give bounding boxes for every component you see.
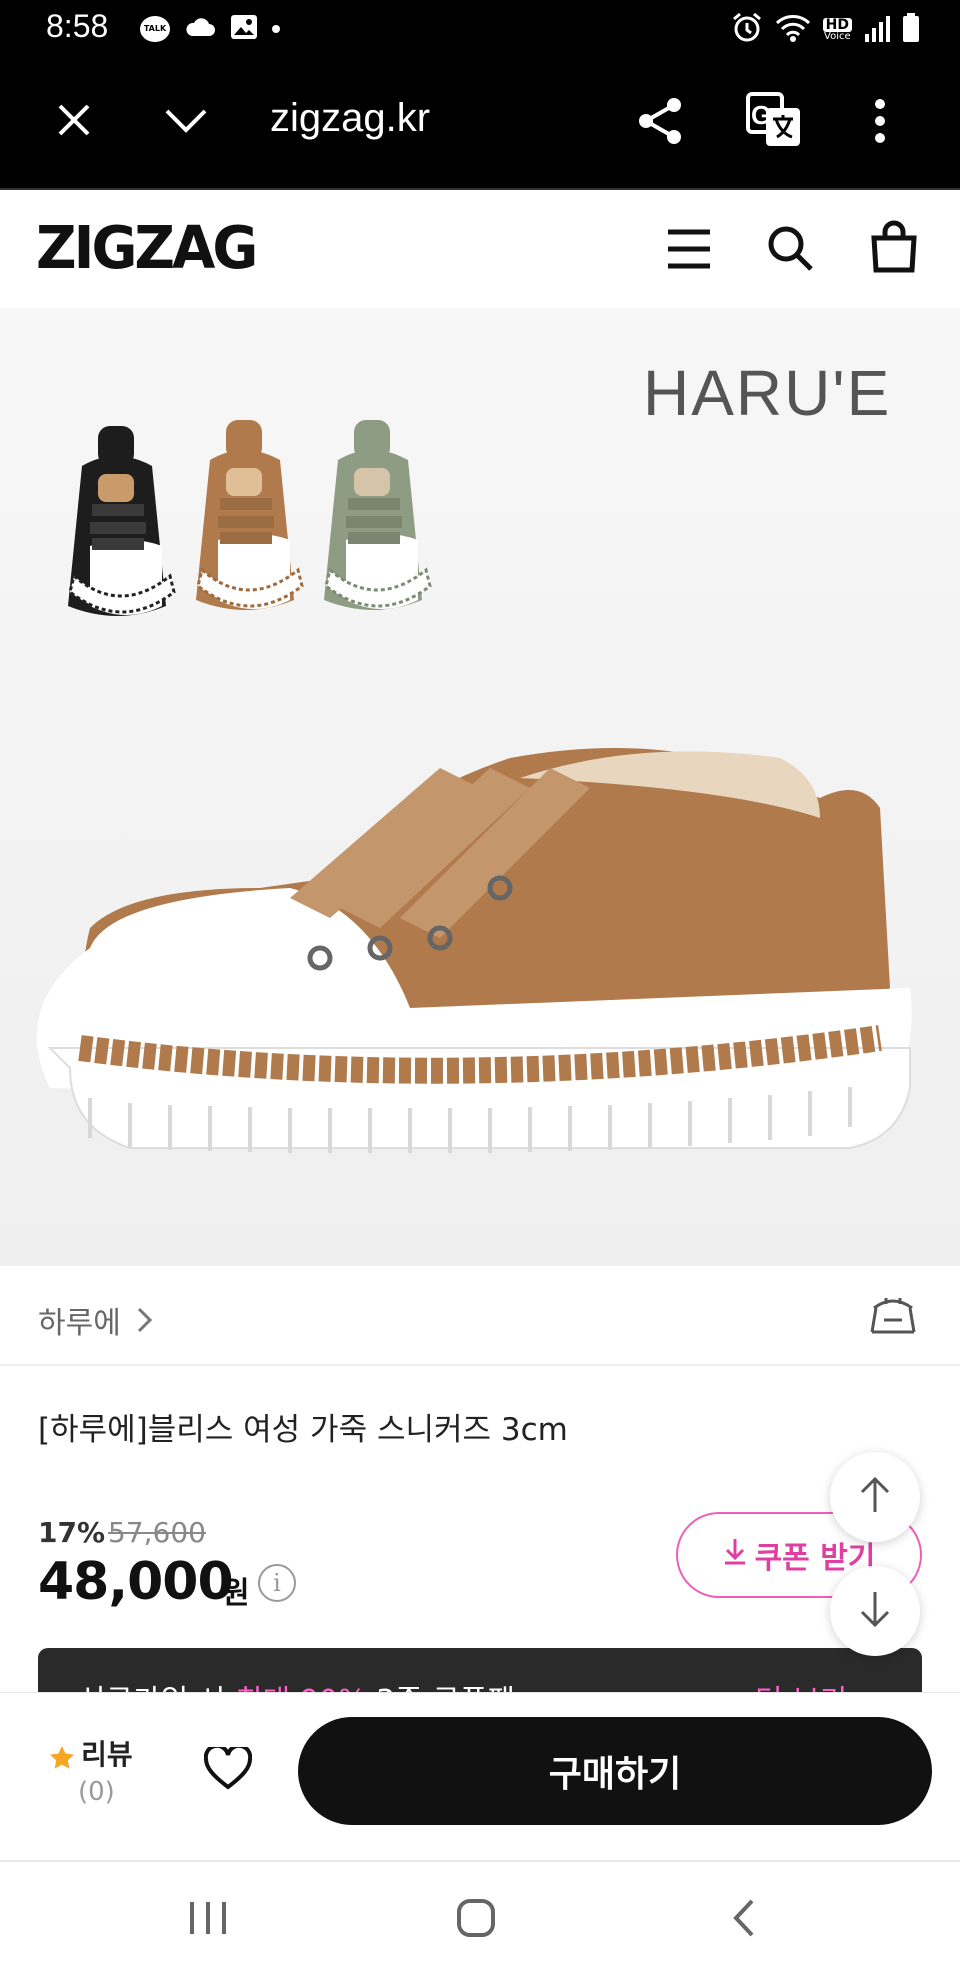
star-icon (48, 1744, 76, 1776)
sneaker-illustration (0, 308, 960, 1266)
buy-label: 구매하기 (548, 1754, 682, 1795)
scroll-down-button[interactable] (830, 1566, 920, 1656)
system-icons: HD Voice (731, 12, 920, 48)
talk-icon: TALK (140, 16, 170, 42)
close-tab-icon[interactable] (56, 102, 92, 142)
recent-apps-icon[interactable] (188, 1900, 228, 1940)
sale-price: 48,000 (38, 1552, 234, 1612)
zigzag-logo[interactable]: ZIGZAG (36, 214, 258, 282)
status-bar: 8:58 TALK HD Voice (0, 0, 960, 60)
site-header: ZIGZAG (0, 188, 960, 308)
scroll-up-button[interactable] (830, 1452, 920, 1542)
wifi-icon (775, 13, 811, 47)
signal-icon (864, 14, 890, 46)
image-icon (230, 14, 258, 44)
brand-link[interactable]: 하루에 (38, 1298, 121, 1342)
battery-icon (902, 13, 920, 47)
chevron-down-icon[interactable] (164, 108, 208, 138)
original-price: 57,600 (108, 1516, 206, 1549)
arrow-down-icon (858, 1590, 892, 1632)
search-icon[interactable] (766, 224, 814, 276)
discount-rate: 17% (38, 1516, 106, 1549)
browser-toolbar: zigzag.kr G (0, 60, 960, 188)
price-unit: 원 (222, 1576, 250, 1611)
product-title: [하루에]블리스 여성 가죽 스니커즈 3cm (38, 1412, 568, 1448)
url-text[interactable]: zigzag.kr (270, 96, 430, 141)
bottom-action-bar: 리뷰 (0) 구매하기 (0, 1692, 960, 1860)
review-summary[interactable]: 리뷰 (0) (48, 1733, 133, 1807)
menu-icon[interactable] (666, 228, 712, 274)
svg-text:G: G (751, 100, 771, 130)
product-image[interactable]: HARU'E (0, 308, 960, 1266)
clock: 8:58 (46, 8, 109, 44)
review-label: 리뷰 (81, 1738, 133, 1771)
hd-voice-icon: HD Voice (822, 18, 852, 42)
download-icon (723, 1537, 747, 1573)
arrow-up-icon (858, 1476, 892, 1518)
more-options-icon[interactable] (874, 98, 886, 148)
notification-icons: TALK (140, 14, 280, 44)
store-icon[interactable] (868, 1294, 918, 1344)
translate-icon[interactable]: G (746, 92, 802, 152)
system-navigation-bar (0, 1860, 960, 1973)
brand-watermark: HARU'E (643, 357, 892, 429)
info-icon[interactable]: i (258, 1564, 296, 1602)
cloud-icon (184, 16, 216, 42)
shopping-bag-icon[interactable] (870, 220, 918, 278)
home-icon[interactable] (456, 1898, 496, 1942)
brand-row[interactable]: 하루에 (0, 1266, 960, 1366)
alarm-icon (731, 12, 763, 48)
dot-icon (272, 25, 280, 33)
voice-label: Voice (824, 31, 851, 42)
review-count: (0) (78, 1777, 115, 1807)
share-icon[interactable] (636, 96, 686, 150)
chevron-right-icon[interactable] (136, 1306, 154, 1338)
buy-button[interactable]: 구매하기 (298, 1717, 932, 1825)
back-icon[interactable] (732, 1898, 756, 1942)
hd-label: HD (822, 18, 852, 32)
heart-icon[interactable] (203, 1743, 253, 1795)
